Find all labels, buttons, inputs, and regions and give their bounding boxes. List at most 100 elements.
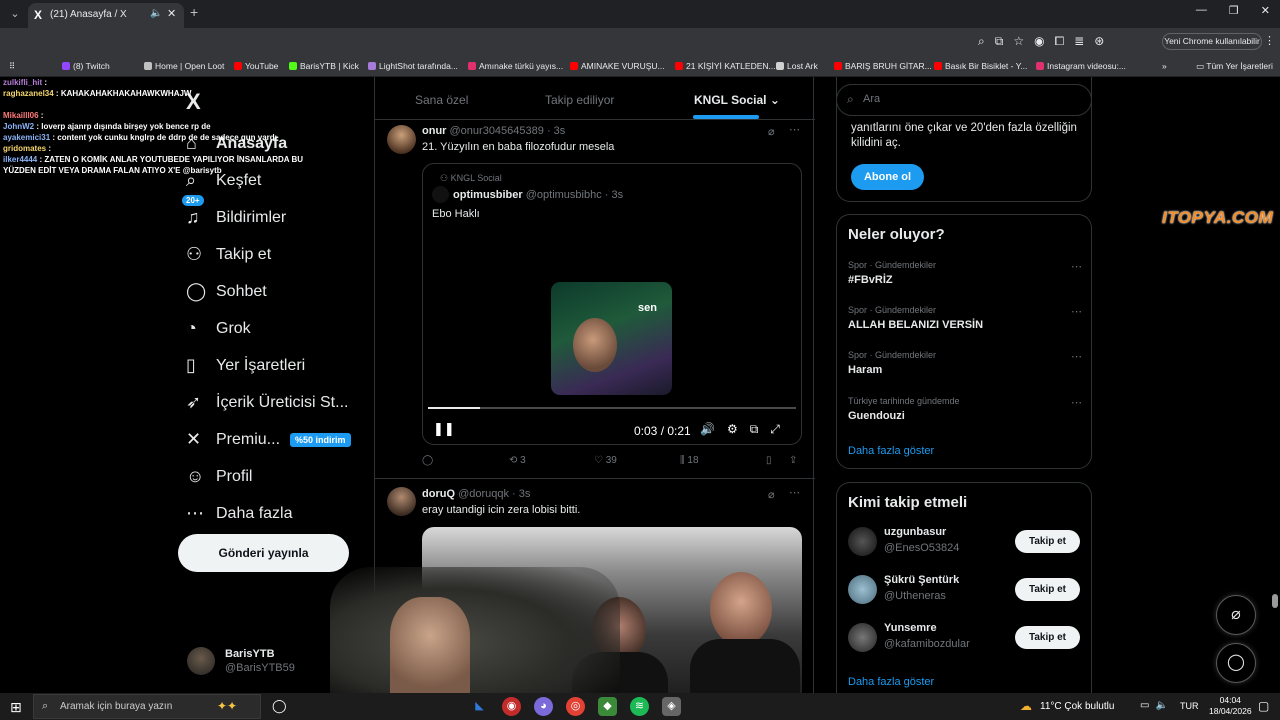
bookmark-2[interactable]: BarisYTB | Kick bbox=[289, 61, 359, 71]
close-window-icon[interactable]: ✕ bbox=[1261, 4, 1270, 17]
bookmark-6[interactable]: 21 KİŞİYİ KATLEDEN... bbox=[675, 61, 776, 71]
nav-follow[interactable]: ⚇ Takip et bbox=[178, 236, 368, 273]
more-icon[interactable]: ⋯ bbox=[789, 486, 800, 499]
subscribe-button[interactable]: Abone ol bbox=[851, 164, 924, 190]
clock[interactable]: 04:04 18/04/2026 bbox=[1209, 695, 1252, 717]
new-tab-button[interactable]: + bbox=[190, 4, 198, 20]
reply-button[interactable]: ◯ bbox=[422, 455, 433, 466]
search-input[interactable] bbox=[863, 93, 1063, 105]
tab-for-you[interactable]: Sana özel bbox=[415, 93, 468, 107]
bookmark-0[interactable]: Home | Open Loot bbox=[144, 61, 224, 71]
grok-icon[interactable]: ⌀ bbox=[768, 488, 775, 501]
bookmark-7[interactable]: Lost Ark bbox=[776, 61, 818, 71]
avatar[interactable] bbox=[387, 487, 416, 516]
task-view-icon[interactable]: ◯ bbox=[272, 698, 287, 714]
app-obs-icon[interactable]: ◉ bbox=[502, 697, 521, 716]
windows-start-icon[interactable]: ⊞ bbox=[10, 699, 22, 716]
post-button[interactable]: Gönderi yayınla bbox=[178, 534, 349, 572]
search-box[interactable]: ⌕ bbox=[836, 84, 1092, 116]
nav-bookmarks[interactable]: ▯ Yer İşaretleri bbox=[178, 347, 368, 384]
bookmark-8[interactable]: BARIŞ BRUH GİTAR... bbox=[834, 61, 932, 71]
nav-creator-studio[interactable]: ➶ İçerik Üreticisi St... bbox=[178, 384, 368, 421]
trend-item[interactable]: Spor · Gündemdekiler #FBvRİZ ⋯ bbox=[848, 260, 1082, 296]
nav-premium[interactable]: ✕ Premiu... %50 indirim bbox=[178, 421, 368, 458]
app-generic-icon[interactable]: ◈ bbox=[662, 697, 681, 716]
volume-icon[interactable]: 🔊 bbox=[700, 422, 715, 437]
video-player[interactable]: sen ❚❚ 0:03 / 0:21 🔊 ⚙ ⧉ ⤢ bbox=[423, 234, 801, 444]
pip-icon[interactable]: ⧉ bbox=[750, 422, 759, 437]
messages-fab-icon[interactable]: ◯ bbox=[1216, 643, 1256, 683]
tweet-time[interactable]: 3s bbox=[554, 125, 566, 137]
avatar[interactable] bbox=[387, 125, 416, 154]
bookmark-5[interactable]: AMINAKE VURUŞU... bbox=[570, 61, 665, 71]
media-icon[interactable]: ≣ bbox=[1074, 34, 1084, 49]
puzzle-icon[interactable]: ⧠ bbox=[1055, 34, 1065, 49]
nav-notifications[interactable]: 20+ ♫ Bildirimler bbox=[178, 195, 368, 236]
tab-audio-icon[interactable]: 🔈 bbox=[150, 8, 162, 19]
taskbar-search[interactable]: ⌕ ✦✦ bbox=[33, 694, 261, 719]
bookmark-button[interactable]: ▯ bbox=[766, 455, 772, 466]
more-icon[interactable]: ⋯ bbox=[1071, 396, 1082, 409]
more-icon[interactable]: ⋯ bbox=[789, 123, 800, 136]
grok-icon[interactable]: ⌀ bbox=[768, 125, 775, 138]
bookmarks-overflow-icon[interactable]: » bbox=[1162, 61, 1167, 71]
follow-suggestion[interactable]: Yunsemre @kafamibozdular Takip et bbox=[848, 621, 1082, 655]
follow-button[interactable]: Takip et bbox=[1015, 578, 1080, 601]
browser-tab[interactable]: X (21) Anasayfa / X 🔈 ✕ bbox=[28, 3, 184, 28]
show-more-link[interactable]: Daha fazla göster bbox=[848, 445, 934, 457]
bookmark-twitch[interactable]: (8) Twitch bbox=[62, 61, 110, 71]
profile-icon[interactable]: ⊛ bbox=[1094, 34, 1104, 49]
pause-icon[interactable]: ❚❚ bbox=[433, 421, 455, 437]
share-button[interactable]: ⇪ bbox=[789, 455, 797, 466]
settings-icon[interactable]: ⚙ bbox=[727, 422, 738, 437]
nav-grok[interactable]: ◔ Grok bbox=[178, 310, 368, 347]
nav-profile[interactable]: ☺ Profil bbox=[178, 458, 368, 495]
restore-icon[interactable]: ❐ bbox=[1229, 4, 1239, 17]
chrome-update-button[interactable]: Yeni Chrome kullanılabilir bbox=[1162, 33, 1262, 50]
apps-icon[interactable]: ⠿ bbox=[9, 61, 15, 72]
app-chrome-icon[interactable]: ◎ bbox=[566, 697, 585, 716]
minimize-icon[interactable]: — bbox=[1196, 4, 1207, 17]
more-icon[interactable]: ⋯ bbox=[1071, 260, 1082, 273]
all-bookmarks[interactable]: ▭ Tüm Yer İşaretleri bbox=[1196, 61, 1273, 72]
app-spotify-icon[interactable]: ≋ bbox=[630, 697, 649, 716]
app-pin-icon[interactable]: ◣ bbox=[470, 697, 489, 716]
follow-button[interactable]: Takip et bbox=[1015, 530, 1080, 553]
grok-fab-icon[interactable]: ⌀ bbox=[1216, 595, 1256, 635]
weather-text[interactable]: 11°C Çok bulutlu bbox=[1040, 701, 1114, 712]
install-icon[interactable]: ⧉ bbox=[995, 34, 1004, 49]
tweet[interactable]: onur @onur3045645389 · 3s ⌀ ⋯ 21. Yüzyıl… bbox=[375, 121, 815, 477]
show-more-link[interactable]: Daha fazla göster bbox=[848, 676, 934, 688]
more-icon[interactable]: ⋯ bbox=[1071, 305, 1082, 318]
bookmark-3[interactable]: LightShot tarafında... bbox=[368, 61, 458, 71]
views-button[interactable]: ⫼ 18 bbox=[680, 455, 699, 466]
trend-item[interactable]: Spor · Gündemdekiler ALLAH BELANIZI VERS… bbox=[848, 305, 1082, 341]
tab-kngl-social[interactable]: KNGL Social ⌄ bbox=[694, 93, 780, 107]
author-handle[interactable]: @doruqqk bbox=[458, 488, 509, 500]
author-name[interactable]: onur bbox=[422, 125, 446, 137]
retweet-button[interactable]: ⟲ 3 bbox=[509, 455, 526, 466]
like-button[interactable]: ♡ 39 bbox=[594, 455, 617, 466]
tweet-time[interactable]: 3s bbox=[519, 488, 531, 500]
notification-icon[interactable]: ▢ bbox=[1258, 699, 1269, 713]
nav-more[interactable]: ⋯ Daha fazla bbox=[178, 495, 368, 532]
speaker-icon[interactable]: 🔈 bbox=[1155, 700, 1167, 711]
fullscreen-icon[interactable]: ⤢ bbox=[770, 422, 780, 437]
tab-search-icon[interactable]: ⌄ bbox=[6, 5, 24, 23]
scrollbar[interactable] bbox=[1272, 594, 1278, 608]
star-icon[interactable]: ☆ bbox=[1013, 34, 1024, 49]
trend-item[interactable]: Spor · Gündemdekiler Haram ⋯ bbox=[848, 350, 1082, 386]
taskbar-search-input[interactable] bbox=[60, 701, 210, 712]
bookmark-4[interactable]: Amınake türkü yayıs... bbox=[468, 61, 563, 71]
bookmark-10[interactable]: Instagram videosu:... bbox=[1036, 61, 1126, 71]
nav-chat[interactable]: ◯ Sohbet bbox=[178, 273, 368, 310]
zoom-icon[interactable]: ⌕ bbox=[978, 34, 985, 49]
network-icon[interactable]: ▭ bbox=[1140, 700, 1149, 711]
quote-tweet[interactable]: ⚇ KNGL Social optimusbiber @optimusbibhc… bbox=[422, 163, 802, 445]
tab-following[interactable]: Takip ediliyor bbox=[545, 93, 614, 107]
trend-item[interactable]: Türkiye tarihinde gündemde Guendouzi ⋯ bbox=[848, 396, 1082, 432]
tab-close-icon[interactable]: ✕ bbox=[167, 7, 176, 20]
author-name[interactable]: doruQ bbox=[422, 488, 455, 500]
extension-icon[interactable]: ◉ bbox=[1034, 34, 1044, 49]
follow-suggestion[interactable]: Şükrü Şentürk @Utheneras Takip et bbox=[848, 573, 1082, 607]
